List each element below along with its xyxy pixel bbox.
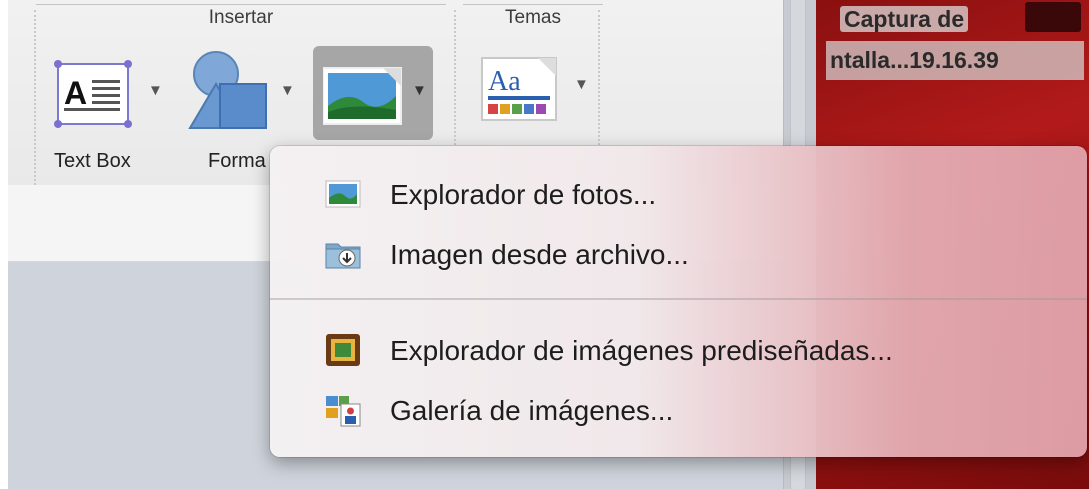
temas-group-label: Temas [463, 4, 603, 29]
menu-item-label: Imagen desde archivo... [390, 239, 689, 270]
shape-dropdown-arrow[interactable]: ▼ [280, 82, 295, 99]
menu-item-label: Explorador de imágenes prediseñadas... [390, 335, 893, 366]
svg-text:Aa: Aa [488, 66, 521, 97]
image-from-file-icon [325, 243, 361, 269]
insertar-group-label: Insertar [36, 4, 446, 29]
group-separator [34, 10, 36, 185]
menu-separator [270, 298, 1087, 300]
image-gallery-icon [326, 396, 361, 427]
desktop-file-label[interactable]: Captura de ntalla...19.16.39 [826, 0, 1084, 80]
text-box-button[interactable]: A [54, 60, 144, 130]
desktop-file-label-line2: ntalla...19.16.39 [826, 41, 1084, 80]
menu-item-clip-art-browser[interactable]: Explorador de imágenes prediseñadas... [270, 322, 1087, 378]
text-box-label: Text Box [54, 150, 131, 172]
picture-button-icon-wrap [323, 66, 403, 128]
photo-browser-icon [325, 180, 361, 208]
themes-button[interactable]: Aa [480, 54, 570, 124]
text-box-dropdown-arrow[interactable]: ▼ [148, 82, 163, 99]
menu-item-photo-browser[interactable]: Explorador de fotos... [270, 166, 1087, 222]
menu-item-label: Galería de imágenes... [390, 395, 674, 426]
picture-dropdown-arrow[interactable]: ▼ [412, 82, 427, 99]
menu-item-image-from-file[interactable]: Imagen desde archivo... [270, 226, 1087, 282]
shape-icon [188, 51, 267, 129]
shape-button[interactable] [188, 50, 278, 132]
themes-icon: Aa [481, 57, 557, 121]
picture-dropdown-menu: Explorador de fotos... Imagen desde arch… [270, 146, 1087, 457]
clip-art-browser-icon [326, 334, 360, 366]
svg-text:A: A [64, 75, 87, 111]
text-box-icon: A [54, 60, 132, 128]
menu-item-image-gallery[interactable]: Galería de imágenes... [270, 382, 1087, 438]
themes-dropdown-arrow[interactable]: ▼ [574, 76, 589, 93]
shape-label: Forma [208, 150, 266, 172]
picture-icon [323, 67, 402, 125]
menu-item-label: Explorador de fotos... [390, 179, 657, 210]
desktop-file-label-line1: Captura de [840, 6, 969, 32]
